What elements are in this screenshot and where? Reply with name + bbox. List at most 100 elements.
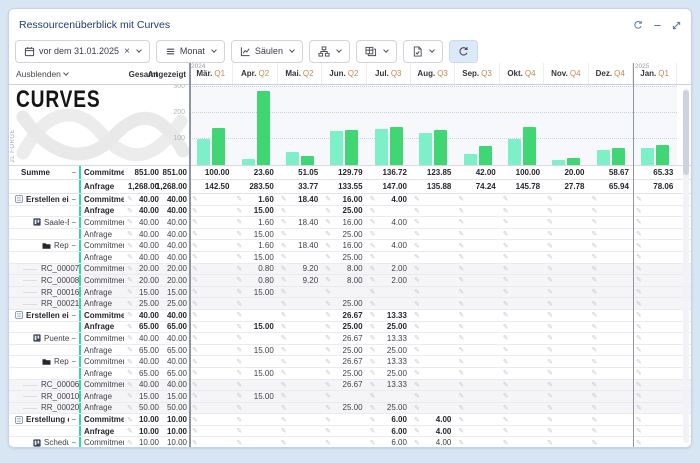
edit-pencil-icon[interactable]: ✎ <box>458 288 464 296</box>
edit-pencil-icon[interactable]: ✎ <box>414 288 420 296</box>
row-name-cell[interactable]: RR_00020 <box>9 403 79 414</box>
edit-pencil-icon[interactable]: ✎ <box>192 334 198 342</box>
edit-pencil-icon[interactable]: ✎ <box>458 265 464 273</box>
edit-pencil-icon[interactable]: ✎ <box>503 404 509 412</box>
edit-pencil-icon[interactable]: ✎ <box>458 439 464 447</box>
export-button[interactable] <box>403 40 443 63</box>
edit-pencil-icon[interactable]: ✎ <box>236 358 242 366</box>
clear-icon[interactable]: × <box>124 46 130 57</box>
edit-pencil-icon[interactable]: ✎ <box>458 253 464 261</box>
edit-pencil-icon[interactable]: ✎ <box>127 346 133 354</box>
edit-pencil-icon[interactable]: ✎ <box>281 265 287 273</box>
edit-pencil-icon[interactable]: ✎ <box>592 404 598 412</box>
edit-pencil-icon[interactable]: ✎ <box>636 358 642 366</box>
edit-pencil-icon[interactable]: ✎ <box>325 404 331 412</box>
edit-pencil-icon[interactable]: ✎ <box>236 195 242 203</box>
edit-pencil-icon[interactable]: ✎ <box>592 300 598 308</box>
edit-pencil-icon[interactable]: ✎ <box>127 381 133 389</box>
edit-pencil-icon[interactable]: ✎ <box>192 439 198 447</box>
edit-pencil-icon[interactable]: ✎ <box>592 392 598 400</box>
edit-pencil-icon[interactable]: ✎ <box>636 230 642 238</box>
edit-pencil-icon[interactable]: ✎ <box>192 381 198 389</box>
edit-pencil-icon[interactable]: ✎ <box>236 323 242 331</box>
edit-pencil-icon[interactable]: ✎ <box>281 218 287 226</box>
edit-pencil-icon[interactable]: ✎ <box>503 265 509 273</box>
collapse-icon[interactable]: − <box>69 311 79 320</box>
edit-pencil-icon[interactable]: ✎ <box>325 276 331 284</box>
edit-pencil-icon[interactable]: ✎ <box>127 218 133 226</box>
edit-pencil-icon[interactable]: ✎ <box>281 439 287 447</box>
edit-pencil-icon[interactable]: ✎ <box>370 439 376 447</box>
edit-pencil-icon[interactable]: ✎ <box>370 253 376 261</box>
edit-pencil-icon[interactable]: ✎ <box>592 218 598 226</box>
row-name-cell[interactable]: Erstellen eines ...− <box>9 310 79 321</box>
edit-pencil-icon[interactable]: ✎ <box>414 311 420 319</box>
edit-pencil-icon[interactable]: ✎ <box>592 230 598 238</box>
edit-pencil-icon[interactable]: ✎ <box>192 323 198 331</box>
edit-pencil-icon[interactable]: ✎ <box>414 381 420 389</box>
edit-pencil-icon[interactable]: ✎ <box>127 265 133 273</box>
edit-pencil-icon[interactable]: ✎ <box>127 207 133 215</box>
edit-pencil-icon[interactable]: ✎ <box>414 404 420 412</box>
row-name-cell[interactable]: RC_00006 <box>9 380 79 391</box>
edit-pencil-icon[interactable]: ✎ <box>414 242 420 250</box>
edit-pencil-icon[interactable]: ✎ <box>547 311 553 319</box>
edit-pencil-icon[interactable]: ✎ <box>236 427 242 435</box>
edit-pencil-icon[interactable]: ✎ <box>325 300 331 308</box>
edit-pencil-icon[interactable]: ✎ <box>503 311 509 319</box>
edit-pencil-icon[interactable]: ✎ <box>547 288 553 296</box>
edit-pencil-icon[interactable]: ✎ <box>636 288 642 296</box>
edit-pencil-icon[interactable]: ✎ <box>592 323 598 331</box>
edit-pencil-icon[interactable]: ✎ <box>370 230 376 238</box>
edit-pencil-icon[interactable]: ✎ <box>547 218 553 226</box>
edit-pencil-icon[interactable]: ✎ <box>127 276 133 284</box>
edit-pencil-icon[interactable]: ✎ <box>503 346 509 354</box>
edit-pencil-icon[interactable]: ✎ <box>236 311 242 319</box>
edit-pencil-icon[interactable]: ✎ <box>127 427 133 435</box>
columns-button[interactable] <box>356 40 397 63</box>
edit-pencil-icon[interactable]: ✎ <box>370 323 376 331</box>
edit-pencil-icon[interactable]: ✎ <box>636 404 642 412</box>
row-name-cell[interactable]: Reparatur ...− <box>9 356 79 367</box>
edit-pencil-icon[interactable]: ✎ <box>414 195 420 203</box>
edit-pencil-icon[interactable]: ✎ <box>503 323 509 331</box>
collapse-icon[interactable]: − <box>69 168 79 177</box>
edit-pencil-icon[interactable]: ✎ <box>192 300 198 308</box>
edit-pencil-icon[interactable]: ✎ <box>370 381 376 389</box>
edit-pencil-icon[interactable]: ✎ <box>414 346 420 354</box>
edit-pencil-icon[interactable]: ✎ <box>281 311 287 319</box>
edit-pencil-icon[interactable]: ✎ <box>192 276 198 284</box>
edit-pencil-icon[interactable]: ✎ <box>547 358 553 366</box>
edit-pencil-icon[interactable]: ✎ <box>414 207 420 215</box>
edit-pencil-icon[interactable]: ✎ <box>127 230 133 238</box>
edit-pencil-icon[interactable]: ✎ <box>636 207 642 215</box>
edit-pencil-icon[interactable]: ✎ <box>547 195 553 203</box>
edit-pencil-icon[interactable]: ✎ <box>592 369 598 377</box>
edit-pencil-icon[interactable]: ✎ <box>503 218 509 226</box>
edit-pencil-icon[interactable]: ✎ <box>236 381 242 389</box>
edit-pencil-icon[interactable]: ✎ <box>503 207 509 215</box>
edit-pencil-icon[interactable]: ✎ <box>236 416 242 424</box>
edit-pencil-icon[interactable]: ✎ <box>127 195 133 203</box>
edit-pencil-icon[interactable]: ✎ <box>127 288 133 296</box>
edit-pencil-icon[interactable]: ✎ <box>325 381 331 389</box>
edit-pencil-icon[interactable]: ✎ <box>592 253 598 261</box>
edit-pencil-icon[interactable]: ✎ <box>236 369 242 377</box>
edit-pencil-icon[interactable]: ✎ <box>503 195 509 203</box>
edit-pencil-icon[interactable]: ✎ <box>458 300 464 308</box>
edit-pencil-icon[interactable]: ✎ <box>236 253 242 261</box>
edit-pencil-icon[interactable]: ✎ <box>592 346 598 354</box>
edit-pencil-icon[interactable]: ✎ <box>458 230 464 238</box>
edit-pencil-icon[interactable]: ✎ <box>370 358 376 366</box>
edit-pencil-icon[interactable]: ✎ <box>503 242 509 250</box>
edit-pencil-icon[interactable]: ✎ <box>236 276 242 284</box>
edit-pencil-icon[interactable]: ✎ <box>458 242 464 250</box>
edit-pencil-icon[interactable]: ✎ <box>547 369 553 377</box>
edit-pencil-icon[interactable]: ✎ <box>236 242 242 250</box>
edit-pencil-icon[interactable]: ✎ <box>325 253 331 261</box>
edit-pencil-icon[interactable]: ✎ <box>281 300 287 308</box>
edit-pencil-icon[interactable]: ✎ <box>236 439 242 447</box>
edit-pencil-icon[interactable]: ✎ <box>592 427 598 435</box>
edit-pencil-icon[interactable]: ✎ <box>547 300 553 308</box>
edit-pencil-icon[interactable]: ✎ <box>547 323 553 331</box>
